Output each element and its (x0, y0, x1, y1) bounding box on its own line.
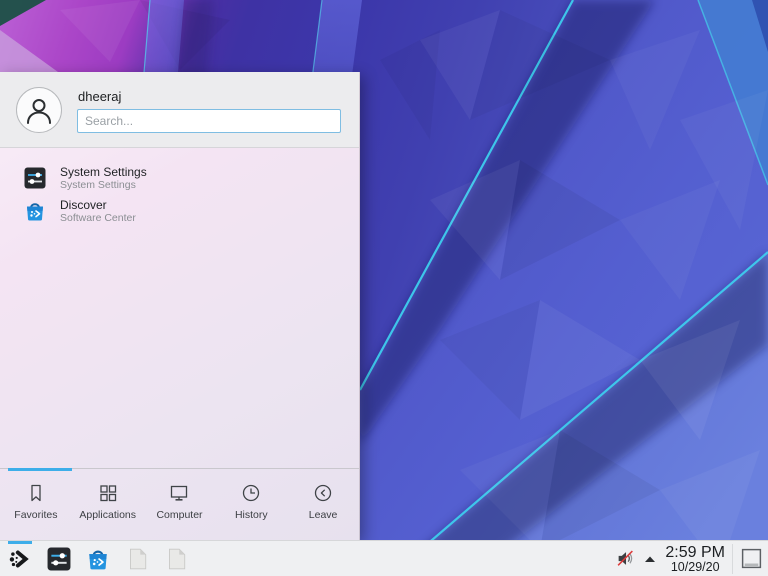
app-title: Discover (60, 197, 107, 212)
taskbar-document-button[interactable] (117, 541, 156, 576)
document-icon (129, 548, 146, 569)
launcher-header: dheeraj (0, 72, 359, 148)
system-tray (616, 549, 656, 568)
active-tab-indicator (8, 468, 72, 471)
tray-expander-chevron-up-icon[interactable] (644, 555, 656, 563)
search-input[interactable] (77, 109, 341, 133)
launcher-tabbar: Favorites Applications Computer History … (0, 468, 359, 540)
tab-favorites[interactable]: Favorites (0, 469, 72, 540)
active-task-indicator (8, 540, 32, 544)
tab-label: History (234, 509, 268, 521)
bookmark-icon (31, 484, 41, 502)
clock-icon (243, 484, 260, 502)
discover-icon (24, 200, 46, 222)
user-icon (27, 99, 51, 124)
leave-icon (314, 484, 332, 502)
kickoff-icon (9, 549, 29, 568)
panel-divider (732, 543, 733, 574)
tab-leave[interactable]: Leave (287, 469, 359, 540)
tab-history[interactable]: History (215, 469, 287, 540)
taskbar-discover-button[interactable] (78, 541, 117, 576)
user-name: dheeraj (78, 89, 122, 104)
tab-label: Favorites (14, 509, 58, 521)
tab-label: Computer (156, 509, 203, 521)
list-item-discover[interactable]: Discover Software Center (0, 194, 359, 227)
system-settings-icon (24, 167, 46, 189)
app-grid-icon (100, 485, 116, 502)
tab-label: Applications (79, 509, 136, 521)
taskbar-panel: 2:59 PM 10/29/20 (0, 540, 768, 576)
monitor-icon (171, 485, 188, 501)
taskbar-system-settings-button[interactable] (39, 541, 78, 576)
document-icon (168, 548, 185, 569)
app-subtitle: Software Center (60, 211, 136, 224)
tab-computer[interactable]: Computer (144, 469, 216, 540)
show-desktop-button[interactable] (738, 541, 764, 576)
volume-muted-icon[interactable] (616, 549, 635, 568)
show-desktop-icon (741, 548, 761, 569)
taskbar-document-button[interactable] (156, 541, 195, 576)
application-launcher-menu: dheeraj System Settings System (0, 72, 360, 540)
user-avatar[interactable] (16, 87, 62, 133)
system-settings-icon (47, 547, 70, 570)
tab-label: Leave (308, 509, 338, 521)
list-item-system-settings[interactable]: System Settings System Settings (0, 161, 359, 194)
app-subtitle: System Settings (60, 178, 136, 191)
desktop: dheeraj System Settings System (0, 0, 768, 576)
clock-time: 2:59 PM (665, 543, 725, 561)
application-launcher-button[interactable] (0, 540, 39, 576)
discover-icon (88, 550, 107, 569)
launcher-results-list: System Settings System Settings Discover… (0, 148, 359, 468)
clock-date: 10/29/20 (670, 559, 720, 574)
app-title: System Settings (60, 164, 147, 179)
digital-clock[interactable]: 2:59 PM 10/29/20 (665, 544, 725, 574)
tab-applications[interactable]: Applications (72, 469, 144, 540)
